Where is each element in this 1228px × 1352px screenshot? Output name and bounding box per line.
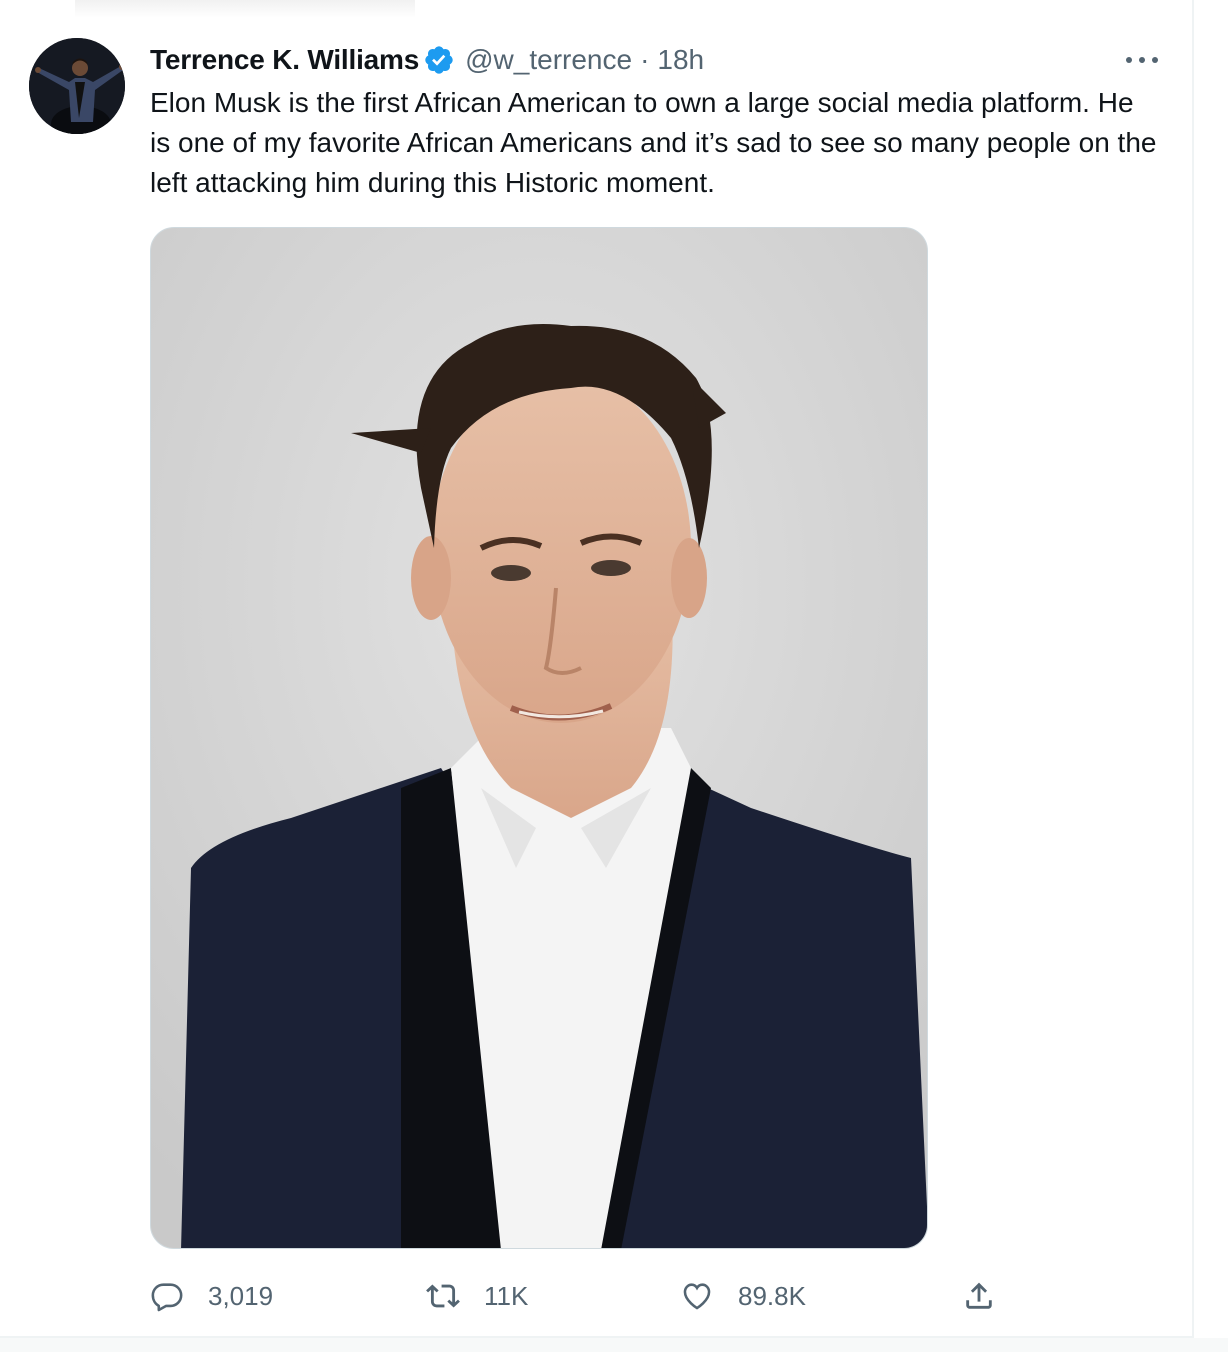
retweet-button[interactable]: 11K xyxy=(426,1272,528,1320)
author-handle[interactable]: @w_terrence xyxy=(465,44,632,76)
reply-icon xyxy=(151,1283,183,1312)
retweet-count: 11K xyxy=(484,1280,529,1311)
previous-item-edge xyxy=(75,0,415,18)
tweet-timestamp[interactable]: 18h xyxy=(657,44,704,76)
more-dot xyxy=(1152,57,1158,63)
tweet-photo[interactable] xyxy=(150,227,928,1249)
column-border xyxy=(1192,0,1194,1352)
next-item-edge xyxy=(0,1338,1228,1352)
author-display-name[interactable]: Terrence K. Williams xyxy=(150,44,419,76)
share-button[interactable] xyxy=(962,1272,996,1320)
header-separator: · xyxy=(640,44,650,75)
reply-button[interactable]: 3,019 xyxy=(150,1272,273,1320)
share-icon xyxy=(966,1282,992,1309)
more-dot xyxy=(1139,57,1145,63)
more-dot xyxy=(1126,57,1132,63)
like-count: 89.8K xyxy=(738,1280,806,1311)
heart-icon xyxy=(683,1283,711,1310)
tweet-header: Terrence K. Williams @w_terrence · 18h xyxy=(150,40,704,80)
profile-photo xyxy=(29,38,125,134)
tweet-actions: 3,019 11K 89.8K xyxy=(150,1272,1010,1320)
retweet-icon xyxy=(426,1284,460,1308)
more-options-icon[interactable] xyxy=(1124,48,1160,72)
tweet-text: Elon Musk is the first African American … xyxy=(150,87,1157,198)
reply-count: 3,019 xyxy=(208,1280,274,1311)
photo-image xyxy=(151,228,927,1248)
avatar[interactable] xyxy=(29,38,125,134)
like-button[interactable]: 89.8K xyxy=(680,1272,806,1320)
verified-badge-icon xyxy=(425,46,453,74)
